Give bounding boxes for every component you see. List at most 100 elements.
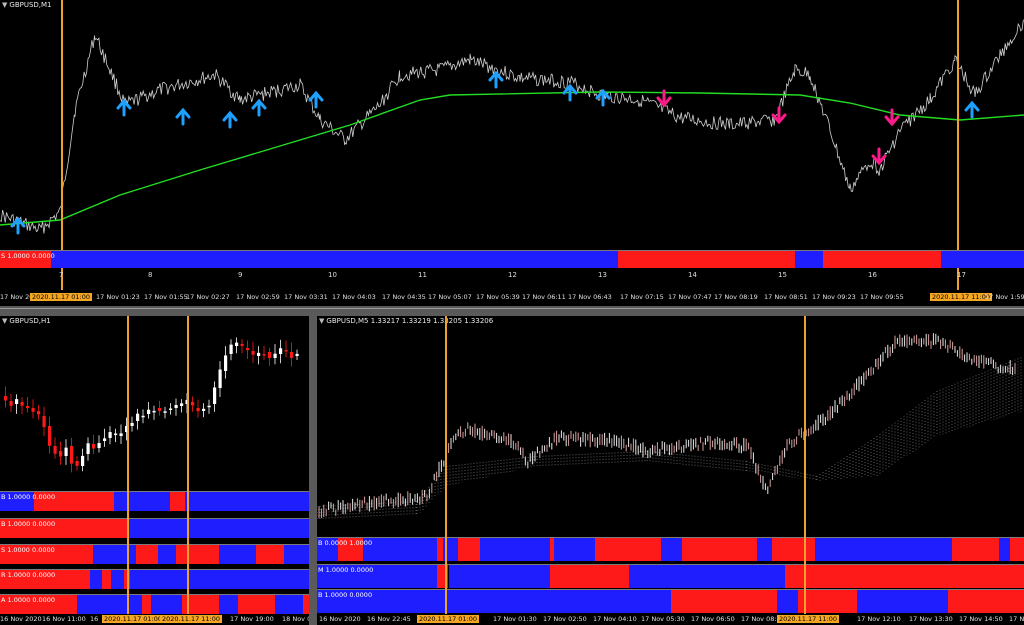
time-axis-label: 16 Nov 22:45 — [367, 615, 411, 623]
candle — [174, 398, 178, 416]
chart-window-m5[interactable]: ▼ GBPUSD,M5 1.33217 1.33219 1.33205 1.332… — [317, 316, 1024, 625]
candle — [290, 342, 294, 367]
price-chart-m1[interactable] — [0, 0, 1024, 250]
time-axis-label: 17 Nov 05:39 — [476, 293, 520, 301]
candle — [235, 337, 239, 354]
candle — [262, 345, 266, 360]
candle — [119, 424, 123, 445]
candle — [59, 441, 63, 465]
chart-window-h1[interactable]: ▼ GBPUSD,H1 B 1.0000 0.0000 B 1.0000 0.000… — [0, 316, 309, 625]
time-axis-m5: 16 Nov 2020 16 Nov 22:45 2020.11.17 01:00 1… — [317, 615, 1024, 624]
strip-segment-bear — [550, 565, 629, 588]
strip-segment-bear — [594, 538, 661, 561]
strip-label: M 1.0000 0.0000 — [318, 566, 374, 574]
strip-segment-bear — [785, 565, 1024, 588]
chart-window-m1[interactable]: ▼ GBPUSD,M1 S 1.0000 0.0000 7 8 9 10 11 12 13 14… — [0, 0, 1024, 306]
strip-segment-bull — [151, 595, 183, 614]
time-axis-label: 16 Nov 2020 — [319, 615, 361, 623]
time-axis-label: 17 Nov 07:15 — [620, 293, 664, 301]
strip-segment-bull — [89, 570, 102, 589]
bar-number: 17 — [957, 271, 966, 279]
strip-label: B 0.0000 1.0000 — [318, 539, 373, 547]
strip-segment-bull — [815, 538, 952, 561]
collapse-triangle-icon[interactable]: ▼ — [2, 317, 7, 325]
bar-number: 12 — [508, 271, 517, 279]
candle — [103, 428, 107, 447]
bar-number: 10 — [328, 271, 337, 279]
strip-label: B 1.0000 0.0000 — [1, 493, 56, 501]
time-axis-label: 17 Nov 13:30 — [909, 615, 953, 623]
strip-segment-bull — [275, 595, 303, 614]
strip-segment-bear — [458, 538, 480, 561]
strip-segment-bull — [857, 590, 948, 613]
strip-segment-bull — [941, 251, 1024, 268]
time-axis-label: 17 Nov 05:30 — [641, 615, 685, 623]
candle — [284, 340, 288, 358]
candle — [158, 400, 162, 416]
time-axis-label: 17 Nov 09:23 — [812, 293, 856, 301]
window-title-h1: ▼ GBPUSD,H1 — [2, 317, 51, 325]
window-splitter-vertical[interactable] — [309, 316, 317, 625]
candle — [279, 339, 283, 364]
buy-arrow-icon — [251, 98, 267, 117]
session-line — [61, 0, 63, 290]
sell-arrow-icon — [871, 147, 887, 166]
strip-segment-bear — [951, 538, 999, 561]
time-axis-label: 2020.11.17 01:00 — [102, 615, 165, 623]
strip-segment-bull — [114, 492, 170, 511]
strip-segment-bear — [681, 538, 758, 561]
time-axis-label: 17 Nov 08:19 — [714, 293, 758, 301]
candle — [147, 401, 151, 419]
collapse-triangle-icon[interactable]: ▼ — [2, 1, 7, 9]
time-axis-label: 17 Nov 03:31 — [284, 293, 328, 301]
bar-number: 8 — [148, 271, 153, 279]
strip-segment-bull — [219, 545, 257, 564]
candle — [218, 361, 222, 398]
strip-segment-bull — [157, 545, 177, 564]
time-axis-label: 18 Nov 0 — [282, 615, 309, 623]
bar-number: 7 — [59, 271, 64, 279]
time-axis-m1: 17 Nov 20 2020.11.17 01:00 17 Nov 01:23 17 … — [0, 293, 1024, 302]
candle — [295, 349, 299, 361]
price-chart-h1[interactable] — [0, 316, 309, 488]
candle — [81, 448, 85, 472]
session-line — [187, 316, 189, 614]
buy-arrow-icon — [116, 98, 132, 117]
candle — [114, 428, 118, 443]
collapse-triangle-icon[interactable]: ▼ — [319, 317, 324, 325]
bar-number: 9 — [238, 271, 243, 279]
window-title-m1: ▼ GBPUSD,M1 — [2, 1, 52, 9]
strip-segment-bull — [284, 545, 309, 564]
time-axis-label: 17 Nov 19:00 — [230, 615, 274, 623]
strip-segment-bear — [135, 545, 158, 564]
signal-strip-m1: S 1.0000 0.0000 — [0, 250, 1024, 268]
strip-segment-bear — [142, 595, 152, 614]
candle — [191, 396, 195, 412]
strip-segment-bear — [797, 590, 858, 613]
time-axis-label: 2020.11.17 01:00 — [417, 615, 480, 623]
candle — [15, 394, 19, 414]
time-axis-label: 17 Nov 07:47 — [668, 293, 712, 301]
time-axis-label: 16 Nov 2020 — [0, 615, 42, 623]
candle — [196, 399, 200, 418]
time-axis-label: 2020.11.17 01:00 — [30, 293, 93, 301]
strip-label: S 1.0000 0.0000 — [1, 252, 55, 260]
time-axis-label: 16 — [90, 615, 99, 623]
strip-segment-bull — [794, 251, 824, 268]
strip-segment-bear — [101, 570, 112, 589]
candle — [108, 426, 112, 445]
price-chart-m5[interactable] — [317, 316, 1024, 536]
candle — [202, 403, 206, 418]
candle — [141, 409, 145, 424]
candle — [20, 397, 24, 415]
time-axis-label: 17 Nov 04:35 — [382, 293, 426, 301]
time-axis-label: 17 Nov 06:50 — [691, 615, 735, 623]
buy-arrow-icon — [222, 110, 238, 129]
indicator-strip: B 1.0000 0.0000 — [0, 518, 309, 538]
strip-segment-bull — [51, 251, 619, 268]
indicator-strip: S 1.0000 0.0000 — [0, 544, 309, 564]
strip-segment-bull — [776, 590, 798, 613]
strip-segment-bull — [660, 538, 682, 561]
candle — [240, 338, 244, 354]
window-title-m5: ▼ GBPUSD,M5 1.33217 1.33219 1.33205 1.332… — [319, 317, 494, 325]
